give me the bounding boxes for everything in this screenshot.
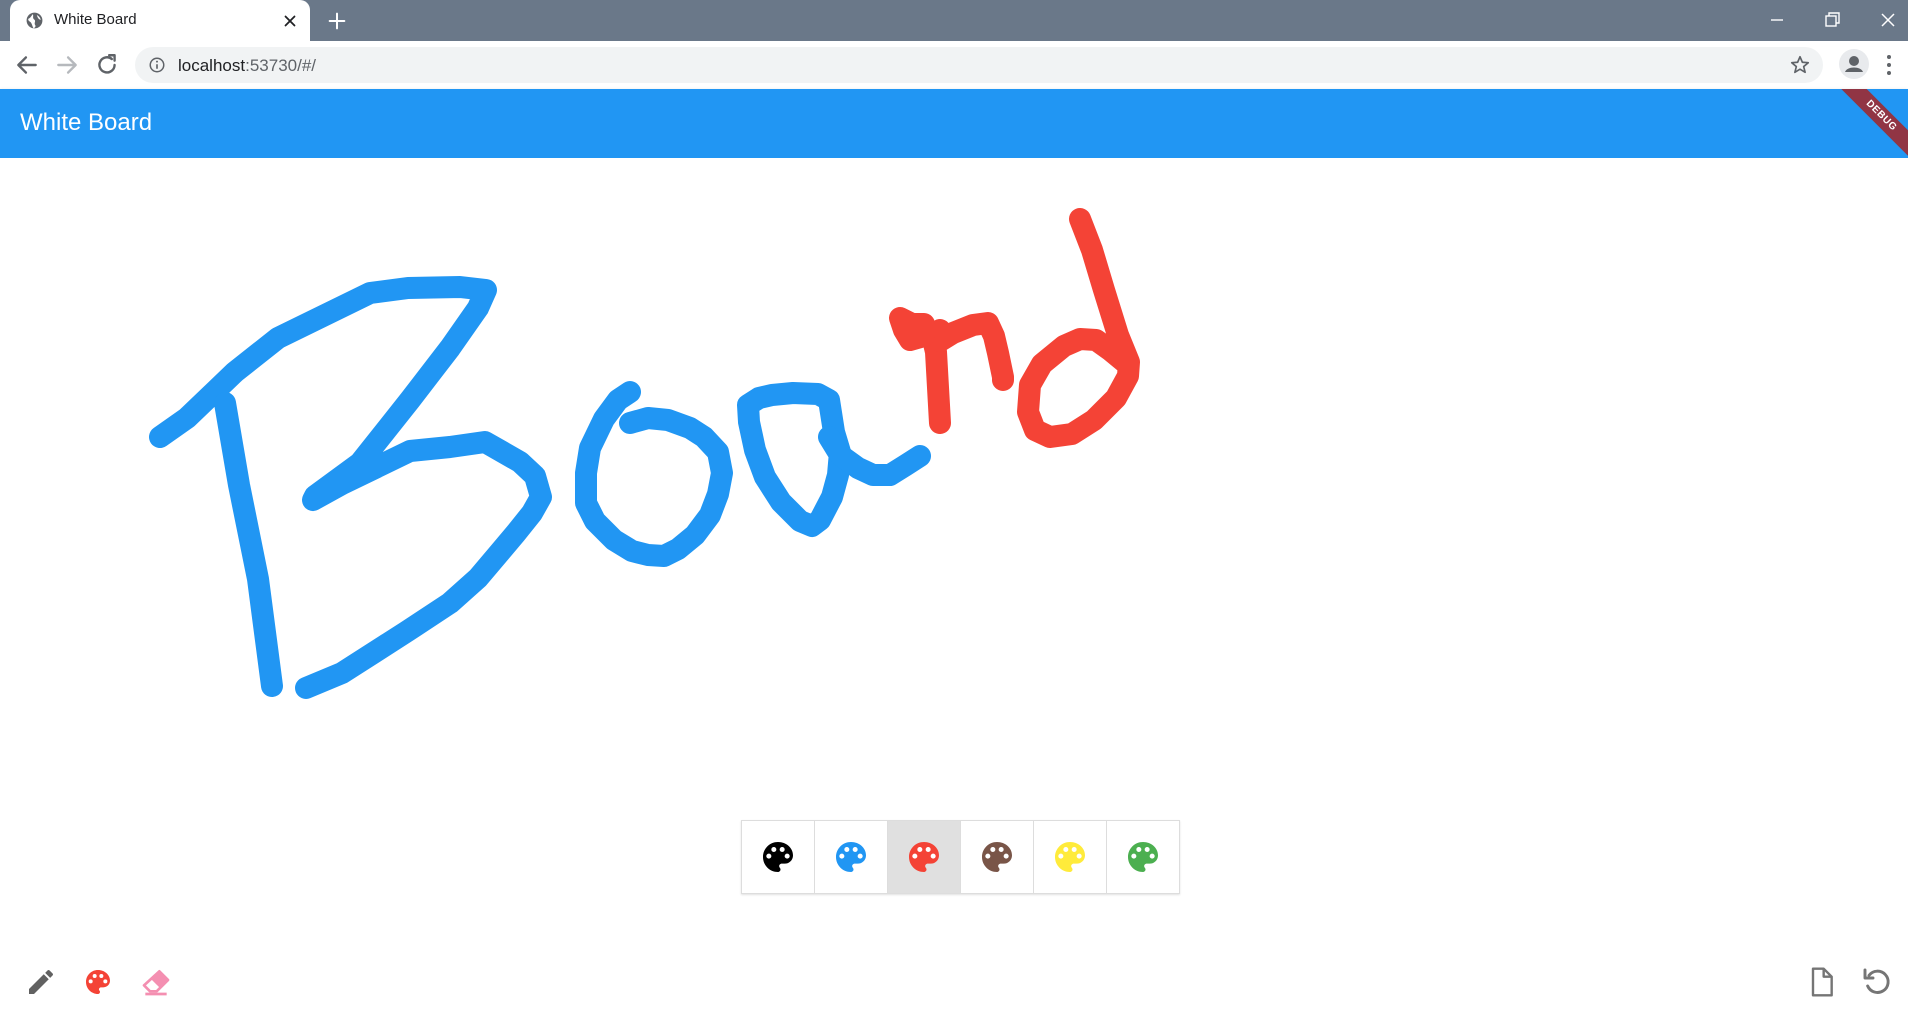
color-swatch-red[interactable] [888,821,961,893]
color-swatch-yellow[interactable] [1034,821,1107,893]
url-path: :53730/#/ [245,56,317,75]
restore-icon[interactable] [1820,8,1844,32]
browser-tab[interactable]: White Board [10,0,310,41]
drawing-board-word [149,208,1140,699]
close-window-icon[interactable] [1876,8,1900,32]
pencil-icon [29,969,54,994]
palette-icon [1128,842,1158,872]
info-icon[interactable] [148,56,166,74]
drawing-canvas[interactable] [0,158,1908,1025]
close-tab-icon[interactable] [281,12,299,30]
color-swatch-green[interactable] [1107,821,1179,893]
color-palette [741,820,1180,894]
page-title: White Board [20,109,153,136]
profile-avatar[interactable] [1839,49,1869,79]
browser-toolbar: localhost:53730/#/ [0,41,1908,90]
stroke-o [575,381,733,567]
tab-title: White Board [54,11,137,28]
url-text: localhost:53730/#/ [178,56,316,76]
color-swatch-brown[interactable] [961,821,1034,893]
more-menu-icon[interactable] [1884,53,1894,77]
debug-banner: DEBUG [1835,89,1908,158]
url-host: localhost [178,56,246,75]
stroke-r-knob [889,307,935,351]
eraser-icon [142,970,170,996]
palette-icon [982,842,1012,872]
bookmark-star-icon[interactable] [1789,54,1811,76]
person-icon [1845,56,1863,72]
stroke-r-arm [929,312,1014,391]
reload-icon[interactable] [94,52,120,78]
palette-icon [836,842,866,872]
stroke-d [1017,208,1140,448]
stroke-a-tail [818,426,931,486]
palette-icon [86,970,110,994]
stroke-b-vertical [214,392,283,697]
back-arrow-icon[interactable] [14,52,40,78]
screen: White Board localhost:53730/#/ White Boa… [0,0,1908,1025]
new-tab-icon[interactable] [326,10,348,32]
stroke-a [737,382,851,537]
new-page-button[interactable] [1804,965,1838,999]
palette-icon [1055,842,1085,872]
forward-arrow-icon[interactable] [54,52,80,78]
undo-button[interactable] [1860,965,1894,999]
palette-tool-button[interactable] [81,965,115,999]
new-page-icon [1811,967,1833,997]
color-swatch-black[interactable] [742,821,815,893]
minimize-icon[interactable] [1765,8,1789,32]
pencil-tool-button[interactable] [24,965,58,999]
palette-icon [763,842,793,872]
app-bar: White Board DEBUG [0,89,1908,158]
browser-tab-strip: White Board [0,0,1908,41]
palette-icon [909,842,939,872]
globe-icon [26,12,43,29]
color-swatch-blue[interactable] [815,821,888,893]
address-bar[interactable]: localhost:53730/#/ [135,47,1823,83]
stroke-b [149,276,552,699]
eraser-tool-button[interactable] [139,965,173,999]
undo-icon [1863,968,1890,994]
